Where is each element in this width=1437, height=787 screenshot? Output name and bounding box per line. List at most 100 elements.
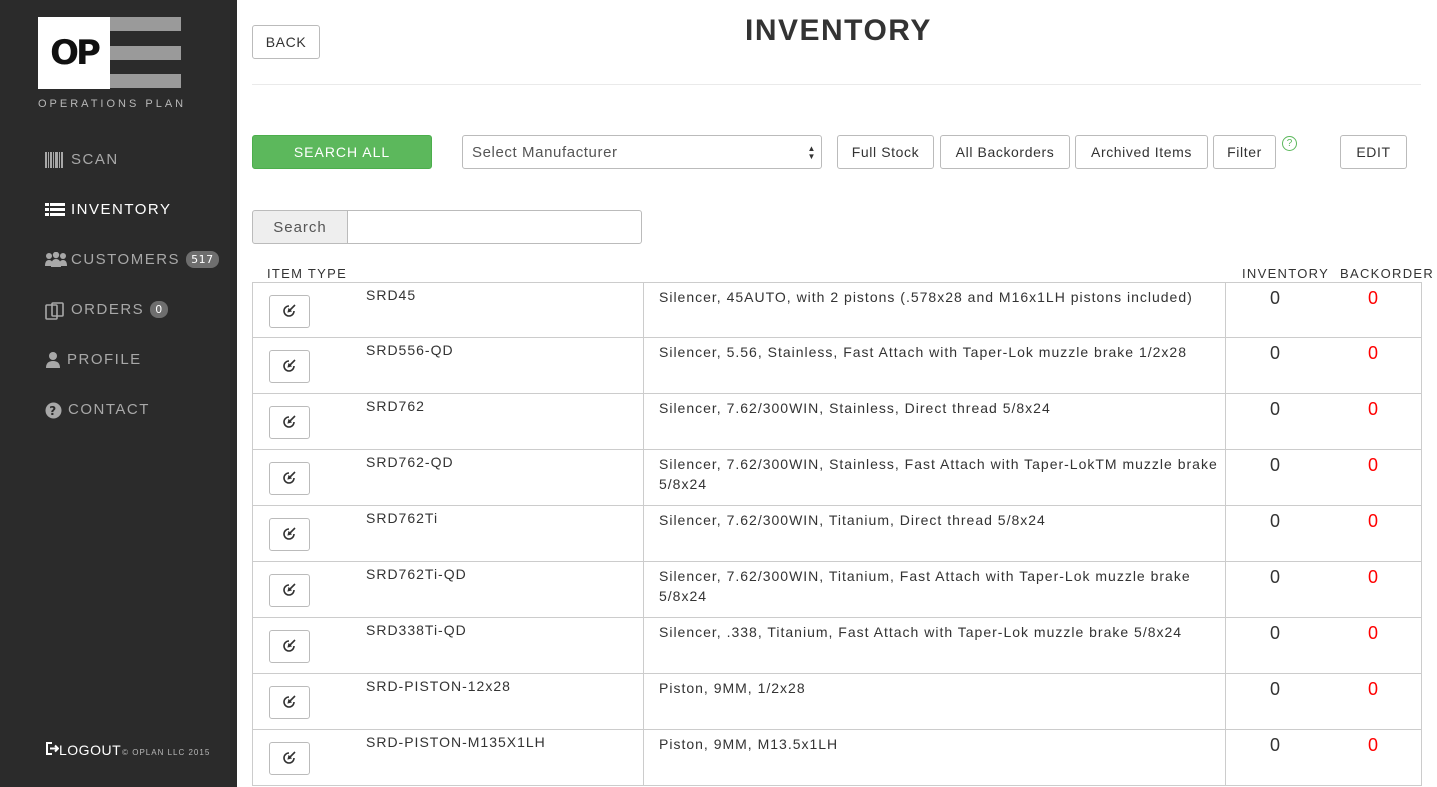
list-icon	[45, 202, 65, 218]
select-arrows-icon: ▲ ▼	[807, 144, 816, 161]
logo[interactable]: OP	[38, 17, 181, 89]
inventory-count: 0	[1269, 343, 1280, 363]
nav-item-profile[interactable]: PROFILE	[45, 351, 142, 368]
all-backorders-button[interactable]: All Backorders	[940, 135, 1070, 169]
item-description: Silencer, 5.56, Stainless, Fast Attach w…	[659, 344, 1187, 360]
nav-label-customers: CUSTOMERS	[71, 251, 181, 268]
manufacturer-select-value: Select Manufacturer	[472, 143, 618, 161]
search-label: Search	[252, 210, 348, 244]
edit-icon	[282, 637, 297, 656]
logo-text: OP	[50, 33, 101, 73]
edit-item-button[interactable]	[269, 295, 310, 328]
item-description: Silencer, .338, Titanium, Fast Attach wi…	[659, 624, 1183, 640]
edit-item-button[interactable]	[269, 686, 310, 719]
nav-item-inventory[interactable]: INVENTORY	[45, 201, 171, 218]
item-code: SRD338Ti-QD	[366, 622, 467, 638]
nav-item-orders[interactable]: ORDERS 0	[45, 301, 168, 320]
nav-item-contact[interactable]: ? CONTACT	[45, 401, 150, 418]
column-header-backorder: BACKORDER	[1340, 266, 1435, 281]
inventory-count: 0	[1269, 679, 1280, 699]
brand-name: OPERATIONS PLAN	[38, 98, 187, 110]
inventory-count: 0	[1269, 455, 1280, 475]
item-description: Silencer, 7.62/300WIN, Titanium, Direct …	[659, 512, 1046, 528]
nav-item-customers[interactable]: CUSTOMERS 517	[45, 251, 219, 268]
inventory-count: 0	[1269, 567, 1280, 587]
edit-item-button[interactable]	[269, 406, 310, 439]
table-row: SRD762-QD Silencer, 7.62/300WIN, Stainle…	[252, 450, 1422, 506]
filter-button[interactable]: Filter	[1213, 135, 1276, 169]
item-code: SRD556-QD	[366, 342, 454, 358]
table-row: SRD762 Silencer, 7.62/300WIN, Stainless,…	[252, 394, 1422, 450]
backorder-count: 0	[1367, 623, 1378, 643]
orders-count-badge: 0	[150, 301, 168, 318]
edit-item-button[interactable]	[269, 630, 310, 663]
edit-icon	[282, 581, 297, 600]
logout-label: LOGOUT	[59, 742, 122, 758]
item-code: SRD-PISTON-12x28	[366, 678, 511, 694]
edit-icon	[282, 693, 297, 712]
inventory-count: 0	[1269, 288, 1280, 308]
item-description: Silencer, 7.62/300WIN, Stainless, Fast A…	[659, 456, 1218, 492]
edit-icon	[282, 469, 297, 488]
inventory-count: 0	[1269, 735, 1280, 755]
nav-item-scan[interactable]: SCAN	[45, 151, 119, 168]
item-code: SRD762Ti-QD	[366, 566, 467, 582]
table-row: SRD762Ti-QD Silencer, 7.62/300WIN, Titan…	[252, 562, 1422, 618]
edit-icon	[282, 302, 297, 321]
help-icon[interactable]: ?	[1282, 136, 1297, 151]
edit-item-button[interactable]	[269, 462, 310, 495]
item-code: SRD45	[366, 287, 417, 303]
table-row: SRD338Ti-QD Silencer, .338, Titanium, Fa…	[252, 618, 1422, 674]
item-description: Silencer, 45AUTO, with 2 pistons (.578x2…	[659, 289, 1193, 305]
search-all-button[interactable]: SEARCH ALL	[252, 135, 432, 169]
manufacturer-select[interactable]: Select Manufacturer ▲ ▼	[462, 135, 822, 169]
nav-label-inventory: INVENTORY	[71, 201, 172, 218]
question-circle-icon: ?	[45, 402, 62, 418]
edit-item-button[interactable]	[269, 350, 310, 383]
edit-item-button[interactable]	[269, 742, 310, 775]
table-row: SRD-PISTON-M135X1LH Piston, 9MM, M13.5x1…	[252, 730, 1422, 786]
inventory-count: 0	[1269, 511, 1280, 531]
full-stock-button[interactable]: Full Stock	[837, 135, 934, 169]
edit-button[interactable]: EDIT	[1340, 135, 1407, 169]
customers-count-badge: 517	[186, 251, 219, 268]
archived-items-button[interactable]: Archived Items	[1075, 135, 1208, 169]
backorder-count: 0	[1367, 567, 1378, 587]
backorder-count: 0	[1367, 455, 1378, 475]
nav-label-scan: SCAN	[71, 151, 119, 168]
logo-mark: OP	[38, 17, 110, 89]
item-description: Piston, 9MM, 1/2x28	[659, 680, 806, 696]
table-row: SRD-PISTON-12x28 Piston, 9MM, 1/2x28 0 0	[252, 674, 1422, 730]
table-row: SRD762Ti Silencer, 7.62/300WIN, Titanium…	[252, 506, 1422, 562]
item-description: Silencer, 7.62/300WIN, Stainless, Direct…	[659, 400, 1051, 416]
backorder-count: 0	[1367, 399, 1378, 419]
sidebar: OP OPERATIONS PLAN SCAN INVENTORY CUSTOM…	[0, 0, 237, 787]
edit-icon	[282, 749, 297, 768]
page-title: INVENTORY	[745, 14, 932, 47]
inventory-count: 0	[1269, 623, 1280, 643]
item-description: Silencer, 7.62/300WIN, Titanium, Fast At…	[659, 568, 1191, 604]
inventory-count: 0	[1269, 399, 1280, 419]
backorder-count: 0	[1367, 288, 1378, 308]
edit-icon	[282, 413, 297, 432]
backorder-count: 0	[1367, 511, 1378, 531]
edit-item-button[interactable]	[269, 518, 310, 551]
nav-label-profile: PROFILE	[67, 351, 142, 368]
logout-icon	[45, 742, 60, 758]
edit-item-button[interactable]	[269, 574, 310, 607]
logo-stripe	[110, 74, 181, 88]
edit-icon	[282, 525, 297, 544]
item-code: SRD762	[366, 398, 425, 414]
barcode-icon	[45, 151, 65, 168]
backorder-count: 0	[1367, 679, 1378, 699]
backorder-count: 0	[1367, 735, 1378, 755]
logout-link[interactable]: LOGOUT © OPLAN LLC 2015	[45, 742, 210, 758]
users-icon	[45, 251, 67, 268]
logo-stripe	[110, 46, 181, 60]
back-button[interactable]: BACK	[252, 25, 320, 59]
edit-icon	[282, 357, 297, 376]
search-input[interactable]	[347, 210, 642, 244]
copyright: © OPLAN LLC 2015	[122, 748, 211, 757]
nav-label-orders: ORDERS	[71, 301, 145, 318]
item-code: SRD-PISTON-M135X1LH	[366, 734, 546, 750]
